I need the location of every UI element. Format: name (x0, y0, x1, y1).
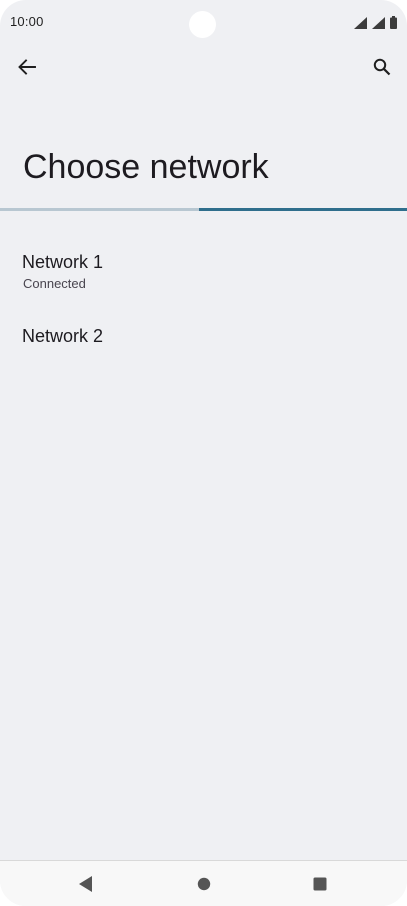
network-status: Connected (23, 276, 86, 291)
system-navigation-bar (0, 860, 407, 906)
battery-icon (390, 16, 397, 29)
nav-back-button[interactable] (75, 873, 97, 895)
network-item-2[interactable]: Network 2 (0, 324, 407, 364)
nav-recents-icon (313, 877, 327, 891)
front-camera-cutout (189, 11, 216, 38)
nav-home-button[interactable] (193, 873, 215, 895)
status-bar: 10:00 (0, 0, 407, 46)
nav-back-icon (79, 876, 92, 892)
network-name: Network 1 (22, 252, 104, 272)
status-time: 10:00 (10, 14, 44, 29)
search-button[interactable] (367, 52, 397, 82)
progress-indicator (199, 208, 407, 211)
page-title: Choose network (23, 148, 269, 186)
phone-screen: 10:00 Choose network Network 1 Connected… (0, 0, 407, 906)
back-button[interactable] (12, 52, 42, 82)
top-app-bar (0, 46, 407, 90)
network-name: Network 2 (22, 326, 104, 346)
search-icon (373, 58, 391, 76)
signal-icon (354, 17, 367, 29)
nav-home-icon (197, 877, 211, 891)
status-icons (354, 15, 397, 29)
nav-recents-button[interactable] (309, 873, 331, 895)
network-item-1[interactable]: Network 1 Connected (0, 250, 407, 310)
signal-icon (372, 17, 385, 29)
arrow-back-icon (18, 59, 36, 75)
progress-bar (0, 208, 407, 211)
